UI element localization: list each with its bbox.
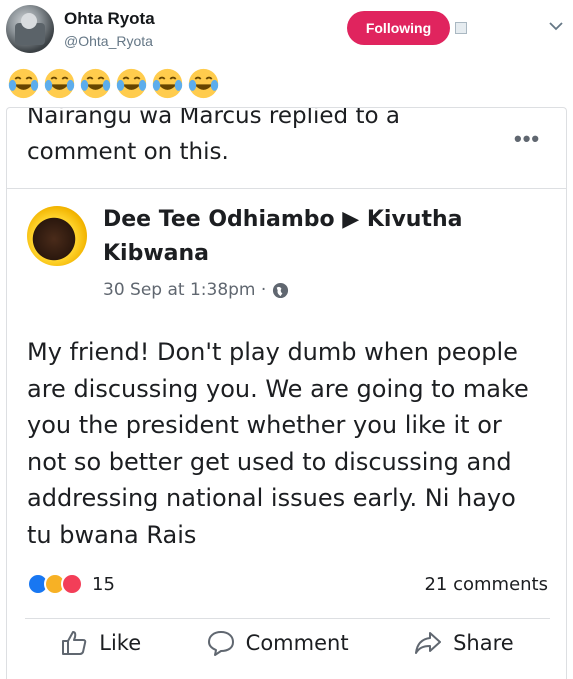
reply-notice: Nairangu wa Marcus replied to a comment … (27, 107, 400, 165)
embedded-facebook-screenshot[interactable]: Nairangu wa Marcus replied to a comment … (6, 107, 567, 679)
laughing-emoji-icon (80, 68, 111, 99)
comment-label: Comment (245, 631, 349, 655)
shared-post: Dee Tee Odhiambo ▶ Kivutha Kibwana 30 Se… (7, 188, 566, 679)
user-avatar[interactable] (6, 5, 54, 53)
comment-button: Comment (206, 628, 349, 658)
globe-icon (273, 282, 289, 298)
comment-bubble-icon (207, 631, 234, 656)
laughing-emoji-icon (152, 68, 183, 99)
like-label: Like (99, 631, 142, 655)
card-icon (455, 22, 467, 34)
share-button: Share (413, 628, 514, 658)
laughing-emoji-icon (188, 68, 219, 99)
laughing-emoji-icon (8, 68, 39, 99)
user-handle[interactable]: @Ohta_Ryota (64, 33, 153, 49)
post-time-text: 30 Sep at 1:38pm · (103, 280, 267, 300)
post-timestamp: 30 Sep at 1:38pm · (103, 280, 289, 300)
love-reaction-icon (61, 573, 83, 595)
chevron-down-icon[interactable] (549, 21, 563, 31)
share-label: Share (453, 631, 514, 655)
share-arrow-icon (415, 632, 442, 654)
tweet-emoji-row (7, 67, 220, 100)
thumbs-up-icon (62, 631, 87, 655)
user-name[interactable]: Ohta Ryota (64, 9, 155, 29)
laughing-emoji-icon (44, 68, 75, 99)
following-button[interactable]: Following (347, 11, 450, 45)
post-body: My friend! Don't play dumb when people a… (27, 338, 529, 549)
divider (25, 618, 550, 619)
post-actions: Like Comment Share (7, 628, 566, 658)
reaction-count: 15 (92, 573, 115, 595)
poster-name: Dee Tee Odhiambo ▶ Kivutha Kibwana (103, 207, 463, 266)
comments-count: 21 comments (424, 574, 548, 595)
laughing-emoji-icon (116, 68, 147, 99)
like-button: Like (59, 628, 141, 658)
poster-avatar (27, 206, 87, 266)
reaction-summary: 15 (27, 573, 115, 595)
more-options-icon: ••• (514, 126, 541, 151)
